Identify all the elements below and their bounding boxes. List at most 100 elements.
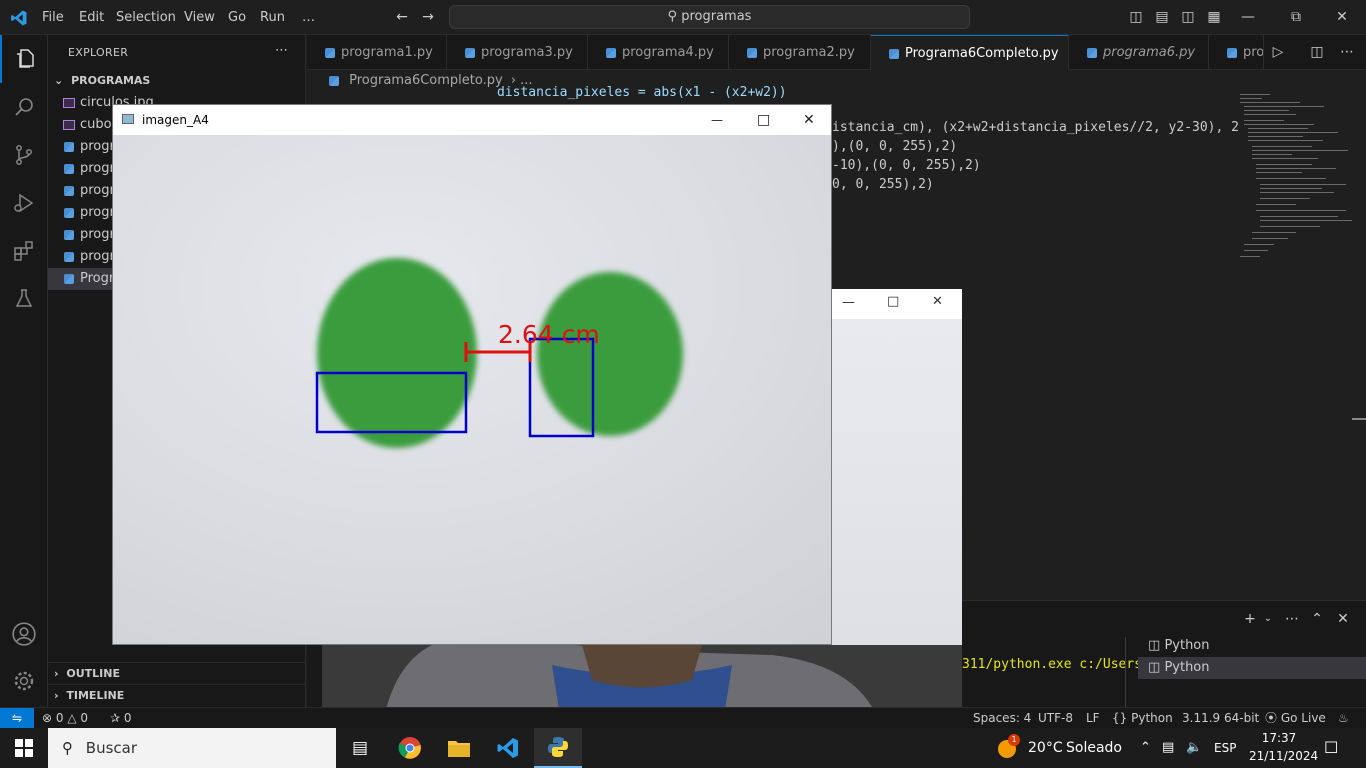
run-python-icon[interactable]: ▷	[1270, 44, 1286, 60]
warning-count: 0	[80, 711, 89, 725]
problems-indicator[interactable]: ⊗ 0 △ 0	[42, 708, 88, 728]
source-control-activity[interactable]	[0, 131, 48, 179]
volume-muted-icon[interactable]: 🔈	[1186, 728, 1202, 768]
window-maximize-icon[interactable]: □	[887, 294, 899, 309]
clock-time[interactable]: 17:37	[1249, 731, 1309, 745]
image-window[interactable]: imagen_A4 — □ ✕ 2.64 cm	[112, 104, 832, 645]
language-status[interactable]: {} Python	[1112, 708, 1173, 728]
terminal-tab[interactable]: ◫ Python	[1138, 635, 1366, 657]
customize-layout-icon[interactable]: ▦	[1206, 9, 1222, 25]
close-panel-icon[interactable]: ✕	[1335, 611, 1351, 627]
accounts-activity[interactable]	[0, 610, 48, 658]
menu-file[interactable]: File	[38, 0, 68, 35]
run-debug-activity[interactable]	[0, 179, 48, 227]
weather-desc[interactable]: Soleado	[1066, 728, 1122, 768]
ports-indicator[interactable]: ✰ 0	[110, 708, 132, 728]
interpreter-status[interactable]: 3.11.9 64-bit	[1182, 708, 1259, 728]
chrome-app[interactable]	[386, 728, 434, 768]
weather-temp[interactable]: 20°C	[1028, 728, 1063, 768]
go-live-label: Go Live	[1280, 711, 1326, 725]
tab-programa3[interactable]: programa3.py	[447, 35, 588, 70]
window-minimize-icon[interactable]: —	[1240, 9, 1256, 25]
minimap[interactable]	[1236, 92, 1352, 272]
chevron-down-icon[interactable]: ⌄	[1260, 611, 1276, 627]
maximize-panel-icon[interactable]: ⌃	[1309, 611, 1325, 627]
panel-divider	[1125, 637, 1126, 707]
folder-label: PROGRAMAS	[71, 74, 151, 87]
python-app[interactable]	[534, 728, 582, 768]
taskbar-search-text: Buscar	[85, 739, 137, 757]
menu-run[interactable]: Run	[256, 0, 289, 35]
more-actions-icon[interactable]: ⋯	[275, 43, 288, 58]
encoding-status[interactable]: UTF-8	[1038, 708, 1073, 728]
measurement-label: 2.64 cm	[498, 320, 600, 349]
window-close-icon[interactable]: ✕	[803, 105, 815, 135]
window-close-icon[interactable]: ✕	[1334, 9, 1350, 25]
taskbar-search[interactable]: ⚲ Buscar	[48, 728, 336, 768]
image-window-title: imagen_A4	[142, 113, 209, 127]
explorer-activity[interactable]	[0, 35, 48, 83]
bell-icon[interactable]: ♨	[1338, 708, 1349, 728]
tab-programa4[interactable]: programa4.py	[588, 35, 729, 70]
new-terminal-icon[interactable]: +	[1242, 611, 1258, 627]
window-maximize-icon[interactable]: □	[757, 105, 770, 135]
extensions-activity[interactable]	[0, 227, 48, 275]
split-editor-icon[interactable]: ◫	[1309, 44, 1325, 60]
tab-programa6completo[interactable]: Programa6Completo.py✕	[871, 35, 1069, 70]
clock-date[interactable]: 21/11/2024	[1249, 749, 1318, 763]
command-center-search[interactable]: ⚲ programas	[449, 5, 970, 29]
breadcrumb-file[interactable]: Programa6Completo.py	[349, 73, 503, 88]
window-minimize-icon[interactable]: —	[842, 295, 855, 310]
language-label: Python	[1131, 711, 1173, 725]
manage-activity[interactable]	[0, 657, 48, 705]
task-view-button[interactable]: ▤	[336, 728, 384, 768]
terminal-output: 311/python.exe c:/Users	[962, 657, 1143, 672]
go-live-button[interactable]: ⦿ Go Live	[1265, 708, 1326, 728]
vscode-icon	[497, 738, 518, 758]
menu-edit[interactable]: Edit	[75, 0, 108, 35]
forward-arrow-icon[interactable]: →	[420, 9, 436, 25]
tab-label: programa3.py	[481, 45, 573, 60]
menu-selection[interactable]: Selection	[112, 0, 180, 35]
file-label: progr	[80, 161, 115, 176]
indentation-status[interactable]: Spaces: 4	[973, 708, 1031, 728]
input-language[interactable]: ESP	[1214, 728, 1236, 768]
menu-go[interactable]: Go	[224, 0, 250, 35]
more-actions-icon[interactable]: ⋯	[1339, 44, 1355, 60]
file-label: Progr	[80, 271, 115, 286]
menu-view[interactable]: View	[180, 0, 219, 35]
python-icon	[548, 737, 568, 757]
search-activity[interactable]	[0, 83, 48, 131]
show-hidden-icons-icon[interactable]: ⌃	[1140, 728, 1151, 768]
toggle-sidebar-icon[interactable]: ◫	[1128, 9, 1144, 25]
tab-programa6[interactable]: programa6.py	[1069, 35, 1209, 70]
timeline-section[interactable]: › TIMELINE	[48, 684, 305, 706]
vscode-app[interactable]	[484, 728, 532, 768]
toggle-secondary-sidebar-icon[interactable]: ◫	[1180, 9, 1196, 25]
network-icon[interactable]: ▤	[1162, 728, 1174, 768]
window-restore-icon[interactable]: ⧉	[1288, 9, 1304, 25]
tab-programa2[interactable]: programa2.py	[729, 35, 871, 70]
toggle-panel-icon[interactable]: ▤	[1154, 9, 1170, 25]
folder-programas[interactable]: ⌄ PROGRAMAS	[48, 70, 305, 92]
outline-section[interactable]: › OUTLINE	[48, 662, 305, 684]
menu-more[interactable]: …	[298, 0, 319, 35]
remote-indicator-icon[interactable]: ⇋	[0, 708, 34, 728]
file-label: progr	[80, 205, 115, 220]
outline-label: OUTLINE	[66, 667, 120, 680]
weather-widget-icon[interactable]: 1	[996, 734, 1020, 760]
tab-prog[interactable]: prog	[1209, 35, 1264, 70]
file-explorer-app[interactable]	[435, 728, 483, 768]
activity-bar	[0, 35, 48, 707]
notifications-icon[interactable]: ☐	[1324, 728, 1338, 768]
tab-programa1[interactable]: programa1.py	[307, 35, 447, 70]
eol-status[interactable]: LF	[1086, 708, 1100, 728]
back-arrow-icon[interactable]: ←	[394, 9, 410, 25]
window-minimize-icon[interactable]: —	[711, 105, 723, 135]
terminal-tab-active[interactable]: ◫ Python	[1138, 657, 1366, 679]
window-close-icon[interactable]: ✕	[932, 294, 943, 309]
python-file-icon	[64, 229, 74, 240]
testing-activity[interactable]	[0, 275, 48, 323]
more-actions-icon[interactable]: ⋯	[1284, 611, 1300, 627]
start-button[interactable]	[0, 728, 48, 768]
